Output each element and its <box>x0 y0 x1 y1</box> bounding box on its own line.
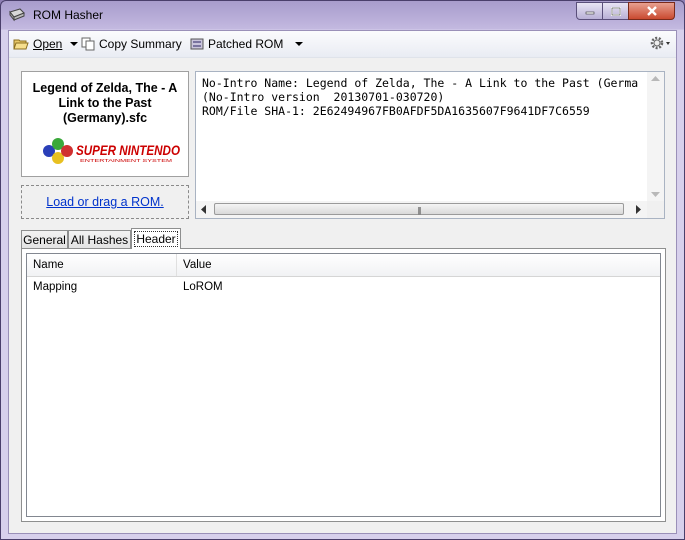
minimize-icon <box>585 11 594 15</box>
list-header: Name Value <box>27 254 660 277</box>
tab-general[interactable]: General <box>21 230 68 248</box>
folder-open-icon <box>13 39 29 50</box>
cartridge-icon <box>9 8 25 22</box>
gear-icon <box>650 36 670 50</box>
load-rom-link[interactable]: Load or drag a ROM. <box>46 195 163 209</box>
info-line: No-Intro Name: Legend of Zelda, The - A … <box>202 76 638 90</box>
snes-logo-text: SUPER NINTENDO <box>76 142 180 158</box>
tab-all-hashes[interactable]: All Hashes <box>68 230 131 248</box>
info-line: (No-Intro version 20130701-030720) <box>202 90 445 104</box>
title-bar[interactable]: ROM Hasher <box>1 1 684 30</box>
client-area: Open Copy Summary Patched ROM Legend of … <box>8 30 677 534</box>
rom-file-title: Legend of Zelda, The - A Link to the Pas… <box>32 81 178 125</box>
snes-logo: SUPER NINTENDO ENTERTAINMENT SYSTEM <box>43 138 180 164</box>
tab-label: General <box>23 232 66 247</box>
scroll-up-icon[interactable] <box>651 76 660 82</box>
close-icon <box>646 6 657 16</box>
vertical-scrollbar[interactable] <box>647 72 664 202</box>
horizontal-scrollbar[interactable]: ||| <box>196 201 647 218</box>
column-header-name[interactable]: Name <box>27 254 177 276</box>
chevron-down-icon[interactable] <box>295 42 304 46</box>
app-window: ROM Hasher Open Copy Summary Patched ROM… <box>0 0 685 540</box>
row-value-cell: LoROM <box>183 281 223 293</box>
scrollbar-corner <box>647 201 664 218</box>
open-button[interactable]: Open <box>13 35 79 53</box>
table-row[interactable]: Mapping LoROM <box>27 278 660 296</box>
tab-label: All Hashes <box>70 232 129 247</box>
box-art-panel: Legend of Zelda, The - A Link to the Pas… <box>21 71 189 177</box>
copy-icon <box>81 37 95 51</box>
close-button[interactable] <box>628 2 675 20</box>
info-line: ROM/File SHA-1: 2E62494967FB0AFDF5DA1635… <box>202 104 590 118</box>
header-tab-panel: Name Value Mapping LoROM <box>21 248 666 522</box>
rom-drop-zone[interactable]: Load or drag a ROM. <box>21 185 189 219</box>
tab-label: Header <box>134 231 178 247</box>
maximize-button[interactable] <box>602 2 629 20</box>
column-header-value[interactable]: Value <box>177 254 660 276</box>
scroll-right-icon[interactable] <box>636 205 642 214</box>
toolbar: Open Copy Summary Patched ROM <box>9 31 676 58</box>
minimize-button[interactable] <box>576 2 603 20</box>
rom-info-text: No-Intro Name: Legend of Zelda, The - A … <box>202 76 638 118</box>
copy-summary-button[interactable]: Copy Summary <box>81 35 182 53</box>
patch-icon <box>190 38 204 50</box>
patched-rom-label: Patched ROM <box>208 37 284 51</box>
grip-icon: ||| <box>417 206 421 215</box>
header-list-view[interactable]: Name Value Mapping LoROM <box>26 253 661 517</box>
scrollbar-thumb[interactable]: ||| <box>214 203 624 215</box>
chevron-down-icon[interactable] <box>70 42 79 46</box>
tab-header[interactable]: Header <box>131 228 181 249</box>
snes-logo-subtext: ENTERTAINMENT SYSTEM <box>80 158 172 163</box>
scroll-left-icon[interactable] <box>201 205 207 214</box>
maximize-icon <box>610 6 621 16</box>
rom-info-textbox[interactable]: No-Intro Name: Legend of Zelda, The - A … <box>195 71 665 219</box>
window-title: ROM Hasher <box>33 8 104 22</box>
open-label: Open <box>33 37 63 51</box>
settings-button[interactable] <box>649 35 671 54</box>
patched-rom-button[interactable]: Patched ROM <box>190 35 304 53</box>
copy-summary-label: Copy Summary <box>99 37 182 51</box>
scroll-down-icon[interactable] <box>651 192 660 198</box>
row-name-cell: Mapping <box>33 281 78 293</box>
